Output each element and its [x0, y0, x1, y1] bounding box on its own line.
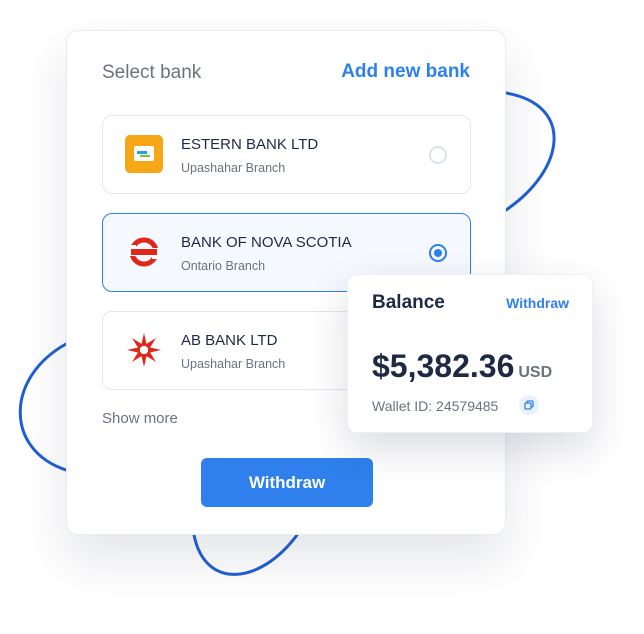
balance-card: Balance Withdraw $5,382.36 USD Wallet ID:… [347, 274, 593, 433]
balance-currency: USD [518, 364, 553, 381]
balance-withdraw-link[interactable]: Withdraw [506, 295, 569, 311]
balance-amount: $5,382.36 [372, 348, 515, 384]
bank-radio-selected[interactable] [429, 244, 447, 262]
balance-amount-row: $5,382.36 USD [372, 348, 552, 385]
bank-branch: Ontario Branch [181, 259, 266, 273]
bank-name: ESTERN BANK LTD [181, 136, 319, 153]
add-new-bank-link[interactable]: Add new bank [341, 61, 470, 83]
select-bank-title: Select bank [102, 62, 202, 83]
balance-title: Balance [372, 292, 445, 313]
copy-icon [524, 400, 534, 410]
show-more-link[interactable]: Show more [102, 410, 178, 427]
bank-name: AB BANK LTD [181, 332, 278, 349]
bank-radio[interactable] [429, 146, 447, 164]
bank-name: BANK OF NOVA SCOTIA [181, 234, 352, 251]
scotiabank-logo [128, 237, 160, 267]
ab-bank-logo [127, 333, 161, 367]
eastern-bank-logo [125, 135, 163, 173]
wallet-id: Wallet ID: 24579485 [372, 398, 499, 414]
copy-wallet-id-button[interactable] [519, 395, 539, 415]
bank-branch: Upashahar Branch [181, 161, 286, 175]
bank-option-estern[interactable]: ESTERN BANK LTD Upashahar Branch [102, 115, 471, 194]
bank-branch: Upashahar Branch [181, 357, 286, 371]
withdraw-button[interactable]: Withdraw [201, 458, 373, 507]
